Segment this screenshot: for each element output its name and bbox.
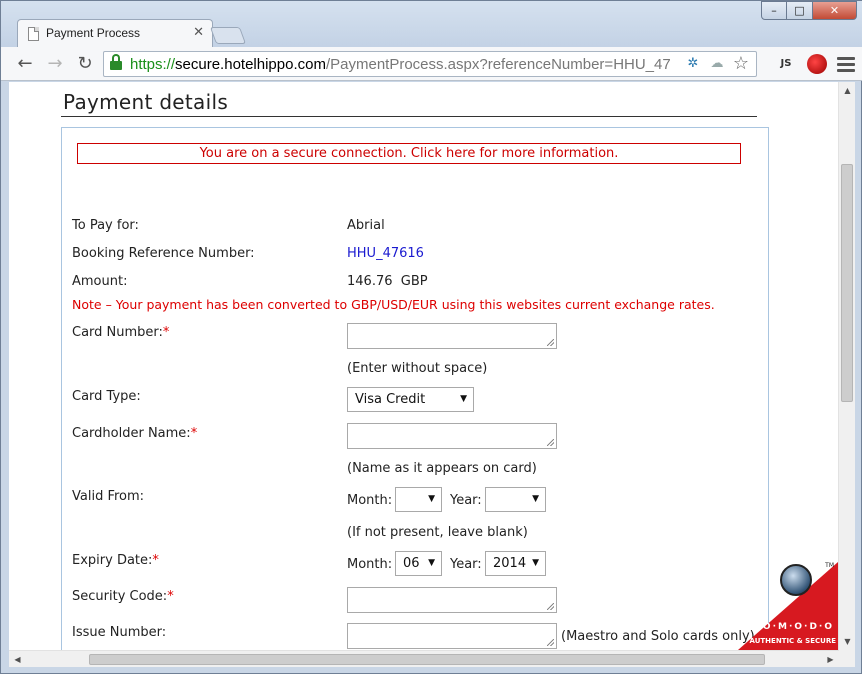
scroll-up-arrow-icon[interactable]: ▲ xyxy=(839,82,855,99)
required-marker: * xyxy=(190,426,198,441)
js-extension-icon[interactable]: JS xyxy=(775,54,797,74)
card-number-label: Card Number:* xyxy=(72,325,169,340)
browser-toolbar: ← → ↻ https://secure.hotelhippo.com/Paym… xyxy=(1,47,862,81)
toolbar-extensions: JS xyxy=(775,54,855,74)
card-number-label-text: Card Number: xyxy=(72,325,163,340)
page-title: Payment details xyxy=(63,90,229,114)
badge-tagline: AUTHENTIC & SECURE xyxy=(749,637,836,645)
comodo-secure-badge[interactable]: TM C·O·M·O·D·O AUTHENTIC & SECURE xyxy=(738,562,838,650)
expiry-month-select[interactable]: 06 ▼ xyxy=(395,551,442,576)
new-tab-button[interactable] xyxy=(209,27,247,44)
cardholder-name-input[interactable] xyxy=(347,423,557,449)
close-window-button[interactable]: ✕ xyxy=(813,1,857,20)
valid-from-year-select[interactable]: ▼ xyxy=(485,487,546,512)
valid-from-label: Valid From: xyxy=(72,489,145,504)
expiry-year-select[interactable]: 2014 ▼ xyxy=(485,551,546,576)
document-icon xyxy=(28,27,39,41)
tab-close-icon[interactable]: ✕ xyxy=(193,25,204,40)
extension-pin-icon[interactable] xyxy=(807,54,827,74)
expiry-label-text: Expiry Date: xyxy=(72,553,153,568)
browser-window: Payment Process ✕ – □ ✕ ← → ↻ https://se… xyxy=(0,0,862,674)
issue-number-input[interactable] xyxy=(347,623,557,649)
security-code-input[interactable] xyxy=(347,587,557,613)
amount-value: 146.76 GBP xyxy=(347,274,428,289)
to-pay-label: To Pay for: xyxy=(72,218,139,233)
card-number-input[interactable] xyxy=(347,323,557,349)
valid-from-month-label: Month: xyxy=(347,493,393,508)
address-bar[interactable]: https://secure.hotelhippo.com/PaymentPro… xyxy=(103,51,757,77)
padlock-globe-icon xyxy=(780,564,812,596)
page-viewport: Payment details You are on a secure conn… xyxy=(9,82,855,650)
horizontal-scrollbar[interactable]: ◀ ▶ xyxy=(9,650,855,667)
minimize-button[interactable]: – xyxy=(761,1,787,20)
cloud-icon[interactable]: ☁ xyxy=(708,55,726,73)
back-button[interactable]: ← xyxy=(13,53,37,75)
title-divider xyxy=(61,116,757,117)
expiry-year-selected: 2014 xyxy=(493,556,527,571)
valid-from-year-label: Year: xyxy=(450,493,482,508)
url-path: /PaymentProcess.aspx?referenceNumber=HHU… xyxy=(325,56,671,73)
tab-payment-process[interactable]: Payment Process ✕ xyxy=(17,19,213,47)
scrollbar-corner xyxy=(839,650,855,667)
required-marker: * xyxy=(162,325,170,340)
valid-from-month-select[interactable]: ▼ xyxy=(395,487,442,512)
cardholder-hint: (Name as it appears on card) xyxy=(347,461,537,476)
issue-number-hint: (Maestro and Solo cards only) xyxy=(561,629,755,644)
security-label-text: Security Code: xyxy=(72,589,168,604)
valid-from-hint: (If not present, leave blank) xyxy=(347,525,528,540)
badge-trademark: TM xyxy=(825,562,834,569)
maximize-button[interactable]: □ xyxy=(787,1,813,20)
tab-strip: Payment Process ✕ – □ ✕ xyxy=(1,1,862,47)
chevron-down-icon: ▼ xyxy=(532,494,539,504)
issue-number-label: Issue Number: xyxy=(72,625,167,640)
bookmark-star-icon[interactable]: ☆ xyxy=(732,55,750,73)
forward-button[interactable]: → xyxy=(43,53,67,75)
card-type-selected: Visa Credit xyxy=(355,392,426,407)
tab-title: Payment Process xyxy=(46,26,141,40)
scroll-right-arrow-icon[interactable]: ▶ xyxy=(822,651,839,668)
expiry-month-label: Month: xyxy=(347,557,393,572)
menu-icon[interactable] xyxy=(837,54,855,74)
expiry-month-selected: 06 xyxy=(403,556,420,571)
card-number-hint: (Enter without space) xyxy=(347,361,488,376)
window-controls: – □ ✕ xyxy=(761,1,857,21)
to-pay-value: Abrial xyxy=(347,218,385,233)
chevron-down-icon: ▼ xyxy=(532,558,539,568)
url-host: secure.hotelhippo.com xyxy=(175,56,326,73)
required-marker: * xyxy=(152,553,159,568)
amount-label: Amount: xyxy=(72,274,128,289)
horizontal-scroll-thumb[interactable] xyxy=(89,654,765,665)
card-type-select[interactable]: Visa Credit ▼ xyxy=(347,387,474,412)
cardholder-label-text: Cardholder Name: xyxy=(72,426,191,441)
booking-ref-value[interactable]: HHU_47616 xyxy=(347,246,424,261)
card-type-label: Card Type: xyxy=(72,389,141,404)
vertical-scrollbar[interactable]: ▲ ▼ xyxy=(838,82,855,650)
url-text: https://secure.hotelhippo.com/PaymentPro… xyxy=(130,56,671,73)
scroll-left-arrow-icon[interactable]: ◀ xyxy=(9,651,26,668)
vertical-scroll-thumb[interactable] xyxy=(841,164,853,402)
url-scheme: https:// xyxy=(130,56,176,73)
required-marker: * xyxy=(167,589,174,604)
omnibox-icons: ✲ ☁ ☆ xyxy=(684,55,750,73)
chevron-down-icon: ▼ xyxy=(428,558,435,568)
badge-brand: C·O·M·O·D·O xyxy=(748,622,834,632)
scroll-down-arrow-icon[interactable]: ▼ xyxy=(839,633,855,650)
reload-button[interactable]: ↻ xyxy=(73,53,97,75)
exchange-rate-note: Note – Your payment has been converted t… xyxy=(72,297,715,312)
chevron-down-icon: ▼ xyxy=(428,494,435,504)
booking-ref-label: Booking Reference Number: xyxy=(72,246,255,261)
chevron-down-icon: ▼ xyxy=(460,394,467,404)
cardholder-name-label: Cardholder Name:* xyxy=(72,426,197,441)
expiry-date-label: Expiry Date:* xyxy=(72,553,159,568)
secure-connection-notice[interactable]: You are on a secure connection. Click he… xyxy=(77,143,741,164)
lock-icon xyxy=(110,54,122,70)
security-code-label: Security Code:* xyxy=(72,589,174,604)
expiry-year-label: Year: xyxy=(450,557,482,572)
extension-icon[interactable]: ✲ xyxy=(684,55,702,73)
